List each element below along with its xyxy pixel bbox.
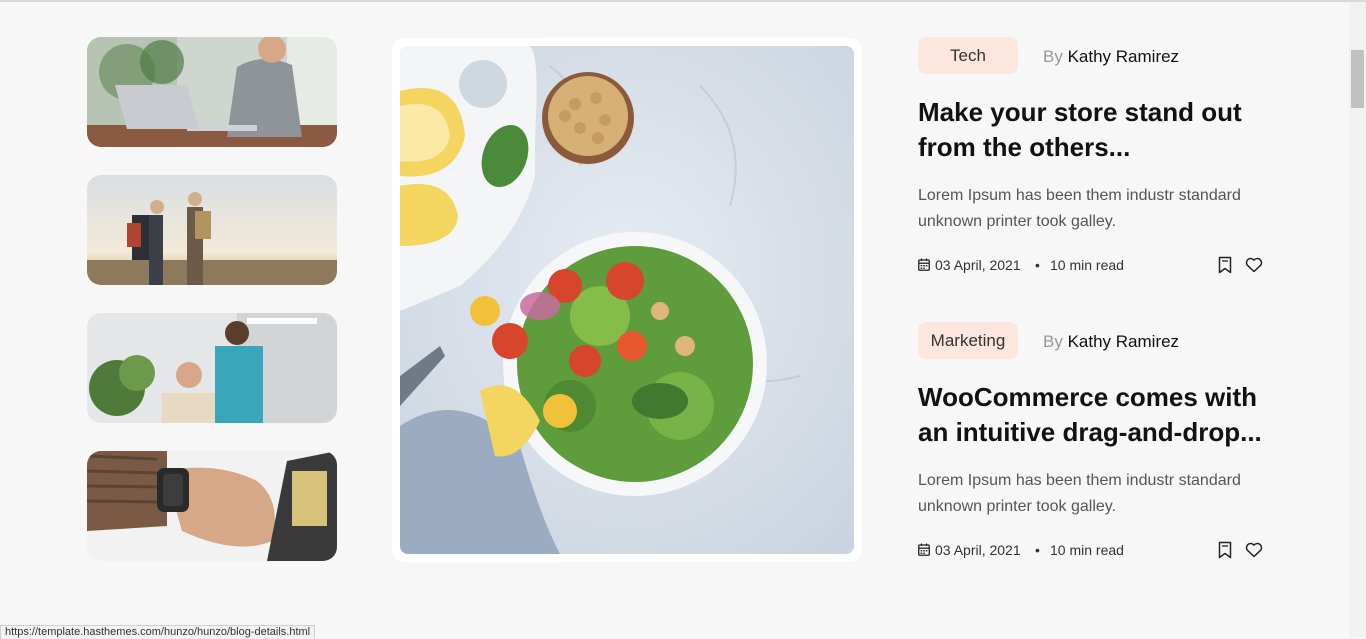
- scrollbar-thumb[interactable]: [1351, 50, 1364, 108]
- thumbnail-laptop-image: [87, 37, 337, 147]
- bookmark-icon[interactable]: [1218, 541, 1232, 559]
- author-prefix: By: [1043, 47, 1063, 66]
- calendar-icon: [918, 543, 930, 556]
- featured-salad-image: [400, 46, 854, 554]
- status-bar-url: https://template.hasthemes.com/hunzo/hun…: [0, 625, 316, 639]
- meta-separator: •: [1035, 542, 1040, 558]
- heart-icon[interactable]: [1245, 257, 1263, 273]
- browser-top-border: [0, 0, 1366, 2]
- read-time: 10 min read: [1050, 542, 1124, 558]
- post-date: 03 April, 2021: [935, 257, 1021, 273]
- thumbnail-watch[interactable]: [87, 451, 337, 561]
- bookmark-icon[interactable]: [1218, 256, 1232, 274]
- meta-separator: •: [1035, 257, 1040, 273]
- post-author: By Kathy Ramirez: [1043, 47, 1179, 67]
- thumbnail-hikers[interactable]: [87, 175, 337, 285]
- post-category-tag[interactable]: Tech: [918, 37, 1018, 74]
- thumbnail-laptop[interactable]: [87, 37, 337, 147]
- post-category-tag[interactable]: Marketing: [918, 322, 1018, 359]
- post-title[interactable]: Make your store stand out from the other…: [918, 95, 1268, 165]
- post-title[interactable]: WooCommerce comes with an intuitive drag…: [918, 380, 1268, 450]
- featured-image-card[interactable]: [392, 38, 862, 562]
- calendar-icon: [918, 258, 930, 271]
- post-date: 03 April, 2021: [935, 542, 1021, 558]
- thumbnail-watch-image: [87, 451, 337, 561]
- post-meta: 03 April, 2021 • 10 min read: [918, 541, 1268, 561]
- thumbnail-nurse[interactable]: [87, 313, 337, 423]
- author-name[interactable]: Kathy Ramirez: [1068, 332, 1179, 351]
- post-author: By Kathy Ramirez: [1043, 332, 1179, 352]
- thumbnail-hikers-image: [87, 175, 337, 285]
- post-excerpt: Lorem Ipsum has been them industr standa…: [918, 187, 1241, 230]
- author-name[interactable]: Kathy Ramirez: [1068, 47, 1179, 66]
- read-time: 10 min read: [1050, 257, 1124, 273]
- thumbnail-nurse-image: [87, 313, 337, 423]
- post-meta: 03 April, 2021 • 10 min read: [918, 256, 1268, 276]
- heart-icon[interactable]: [1245, 542, 1263, 558]
- author-prefix: By: [1043, 332, 1063, 351]
- post-excerpt: Lorem Ipsum has been them industr standa…: [918, 472, 1241, 515]
